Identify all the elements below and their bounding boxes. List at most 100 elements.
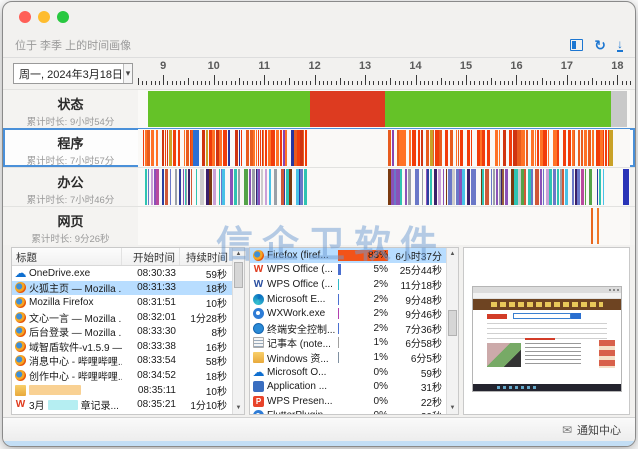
program-name: WPS Office (... [267, 264, 333, 275]
table-row[interactable]: W3月章记录...08:35:211分10秒 [12, 397, 232, 412]
chevron-down-icon[interactable]: ▾ [123, 64, 132, 83]
notification-center-link[interactable]: 通知中心 [577, 422, 621, 438]
program-row[interactable]: WXWork.exe2%9分46秒 [250, 306, 446, 321]
timeline-track-office[interactable] [138, 168, 630, 206]
duration-cell: 10秒 [180, 383, 232, 398]
date-picker[interactable]: 周一, 2024年3月18日 ▾ [13, 63, 133, 84]
export-download-icon[interactable]: ↓ [617, 38, 623, 52]
program-name-cell: Windows 资... [250, 350, 338, 365]
usage-bar [338, 308, 339, 319]
usage-bar-zone: 1% [338, 336, 390, 351]
program-name: Microsoft O... [267, 367, 326, 378]
row-cumulative-duration: 累计时长: 7小时46分 [3, 192, 138, 206]
folder-icon [15, 385, 26, 396]
table-row[interactable]: Mozilla Firefox08:31:5110秒 [12, 295, 232, 310]
firefox-icon [15, 282, 26, 293]
usage-bar [338, 294, 339, 305]
usage-bar-zone: 2% [338, 321, 390, 336]
program-row[interactable]: Windows 资...1%6分5秒 [250, 350, 446, 365]
usage-percent: 0% [374, 396, 388, 407]
timeline-row-office[interactable]: 办公累计时长: 7小时46分 [3, 167, 635, 206]
row-cumulative-duration: 累计时长: 9小时54分 [3, 114, 138, 128]
start-time-cell: 08:33:38 [122, 341, 180, 352]
notepad-icon [253, 337, 264, 348]
window-title-cell: 火狐主页 — Mozilla ... [12, 280, 122, 295]
table-row[interactable]: 后台登录 — Mozilla ...08:33:308秒 [12, 324, 232, 339]
program-name-cell: FlutterPlugin... [250, 410, 338, 414]
start-time-cell: 08:35:11 [122, 385, 180, 396]
table-row[interactable]: 消息中心 - 哔哩哔哩...08:33:5458秒 [12, 354, 232, 369]
table-row[interactable]: 哔哩哔哩弹幕视频网 ...08:36:3121秒 [12, 412, 232, 414]
scroll-down-icon[interactable]: ▼ [236, 402, 242, 414]
title-text: OneDrive.exe [29, 268, 90, 279]
column-header[interactable]: 持续时间 [180, 248, 232, 265]
window-title-cell: 哔哩哔哩弹幕视频网 ... [12, 412, 122, 414]
table-row[interactable]: 域智盾软件-v1.5.9 —...08:33:3816秒 [12, 339, 232, 354]
usage-percent: 0% [374, 367, 388, 378]
program-row[interactable]: Application ...0%31秒 [250, 379, 446, 394]
table-header[interactable]: 标题开始时间持续时间 [12, 248, 232, 266]
redacted-text-block [29, 385, 81, 395]
timeline-track-web[interactable] [138, 207, 630, 245]
hour-label: 15 [460, 60, 472, 72]
program-row[interactable]: ☁Microsoft O...0%59秒 [250, 365, 446, 380]
usage-duration: 6小时37分 [390, 248, 446, 263]
usage-bar [338, 352, 339, 363]
program-row[interactable]: 记事本 (note...1%6分58秒 [250, 336, 446, 351]
screenshot-preview-image [472, 286, 622, 392]
program-row[interactable]: PWPS Presen... 0%22秒 [250, 394, 446, 409]
minimize-button[interactable] [38, 11, 50, 23]
program-row[interactable]: WWPS Office (...5%25分44秒 [250, 263, 446, 278]
title-text: Mozilla Firefox [29, 297, 93, 308]
title-text: 火狐主页 — Mozilla ... [29, 280, 122, 295]
program-row[interactable]: FlutterPlugin...0%20秒 [250, 409, 446, 414]
scroll-up-icon[interactable]: ▲ [236, 248, 242, 260]
table-row[interactable]: 08:35:1110秒 [12, 383, 232, 398]
panel-view-icon[interactable] [570, 39, 583, 51]
zoom-button[interactable] [57, 11, 69, 23]
column-header[interactable]: 标题 [12, 248, 122, 265]
screenshot-thumbnail[interactable] [463, 247, 630, 415]
table-scrollbar[interactable]: ▲ ▼ [232, 248, 244, 414]
window-title-cell: 消息中心 - 哔哩哔哩... [12, 353, 122, 368]
scroll-up-icon[interactable]: ▲ [450, 248, 456, 260]
firefox-icon [15, 326, 26, 337]
usage-duration: 22秒 [390, 394, 446, 409]
timeline-row-programs[interactable]: 程序累计时长: 7小时57分 [3, 128, 635, 167]
firefox-icon [15, 297, 26, 308]
duration-cell: 21秒 [180, 412, 232, 414]
timeline-track-programs[interactable] [138, 129, 630, 167]
usage-duration: 31秒 [390, 379, 446, 394]
usage-duration: 20秒 [390, 408, 446, 414]
firefox-icon [15, 355, 26, 366]
usage-bar-zone: 0% [338, 379, 390, 394]
program-usage-list: Firefox (firef...83%6小时37分WWPS Office (.… [249, 247, 459, 415]
title-text: 后台登录 — Mozilla ... [29, 324, 122, 339]
table-row[interactable]: 创作中心 - 哔哩哔哩...08:34:5218秒 [12, 368, 232, 383]
window-title-cell: 后台登录 — Mozilla ... [12, 324, 122, 339]
refresh-icon[interactable]: ↻ [594, 38, 606, 52]
program-row[interactable]: 终端安全控制...2%7分36秒 [250, 321, 446, 336]
scroll-down-icon[interactable]: ▼ [450, 402, 456, 414]
table-row[interactable]: 火狐主页 — Mozilla ...08:31:3318秒 [12, 281, 232, 296]
list-scrollbar[interactable]: ▲ ▼ [446, 248, 458, 414]
program-row[interactable]: Microsoft E...2%9分48秒 [250, 292, 446, 307]
firefox-icon [15, 370, 26, 381]
timeline-row-web[interactable]: 网页累计时长: 9分26秒 [3, 206, 635, 245]
program-row[interactable]: WWPS Office (...2%11分18秒 [250, 277, 446, 292]
scrollbar-thumb[interactable] [448, 310, 457, 336]
column-header[interactable]: 开始时间 [122, 248, 180, 265]
table-row[interactable]: 文心一言 — Mozilla ...08:32:011分28秒 [12, 310, 232, 325]
window-title-cell: 创作中心 - 哔哩哔哩... [12, 368, 122, 383]
program-row[interactable]: Firefox (firef...83%6小时37分 [250, 248, 446, 263]
timeline-track-status[interactable] [138, 90, 630, 128]
scrollbar-thumb[interactable] [234, 262, 243, 288]
wpsblue-icon: W [253, 279, 264, 290]
program-name-cell: PWPS Presen... [250, 396, 338, 407]
start-time-cell: 08:34:52 [122, 370, 180, 381]
table-row[interactable]: ☁OneDrive.exe08:30:3359秒 [12, 266, 232, 281]
edge-icon [253, 294, 264, 305]
timeline-row-status[interactable]: 状态累计时长: 9小时54分 [3, 89, 635, 128]
row-title: 网页 [3, 211, 138, 230]
close-button[interactable] [19, 11, 31, 23]
